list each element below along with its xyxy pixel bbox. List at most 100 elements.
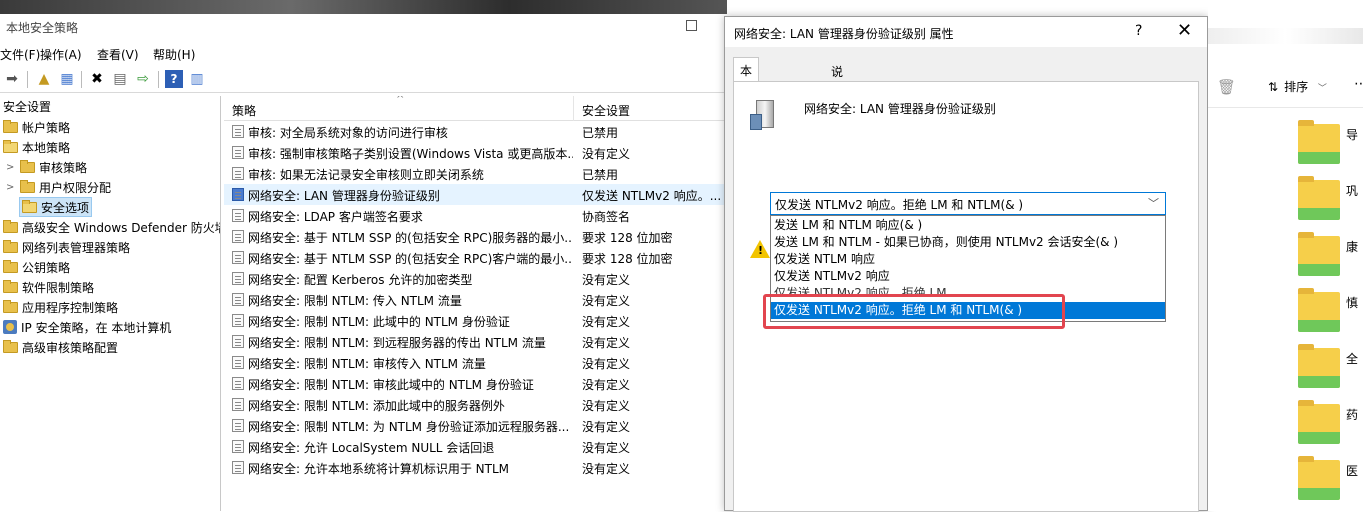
folder-icon	[3, 239, 18, 253]
menu-file[interactable]: 文件(F)	[0, 46, 40, 63]
table-row[interactable]: 网络安全: 限制 NTLM: 添加此域中的服务器例外 没有定义	[224, 394, 727, 415]
tree-item-label: 网络列表管理器策略	[22, 240, 131, 255]
toolbar-separator	[27, 71, 28, 88]
toolbar: ➡ ▲ ▦ ✖ ▤ ⇨ ? ▥	[0, 66, 727, 93]
table-row[interactable]: 审核: 强制审核策略子类别设置(Windows Vista 或更高版本... 没有…	[224, 142, 727, 163]
tree-item-label: 审核策略	[39, 160, 88, 175]
menu-action[interactable]: 操作(A)	[40, 46, 82, 63]
blurred-header	[1208, 28, 1363, 44]
policy-setting: 没有定义	[582, 273, 631, 287]
folder-item[interactable]: 医	[1298, 456, 1363, 504]
folder-item[interactable]: 药	[1298, 400, 1363, 448]
table-row[interactable]: 网络安全: 允许 LocalSystem NULL 会话回退 没有定义	[224, 436, 727, 457]
policy-setting: 没有定义	[582, 294, 631, 308]
policy-name: 审核: 对全局系统对象的访问进行审核	[248, 126, 448, 140]
tree-root-security-settings[interactable]: 安全设置	[3, 96, 51, 116]
maximize-icon[interactable]	[686, 20, 697, 31]
tree-item-user-rights[interactable]: > 用户权限分配	[6, 177, 111, 197]
tree-item-security-options[interactable]: 安全选项	[19, 197, 93, 217]
folder-item[interactable]: 康	[1298, 232, 1363, 280]
table-row[interactable]: 网络安全: 限制 NTLM: 传入 NTLM 流量 没有定义	[224, 289, 727, 310]
tree-item-label: 本地策略	[22, 140, 71, 155]
table-row[interactable]: 网络安全: 限制 NTLM: 为 NTLM 身份验证添加远程服务器... 没有定义	[224, 415, 727, 436]
column-header-setting[interactable]: 安全设置	[582, 102, 630, 119]
chevron-right-icon[interactable]: >	[6, 162, 16, 173]
chevron-down-icon[interactable]: ﹀	[1148, 195, 1159, 211]
table-row[interactable]: 网络安全: LDAP 客户端签名要求 协商签名	[224, 205, 727, 226]
sort-button[interactable]: ⇅ 排序 ﹀	[1268, 78, 1327, 95]
table-row[interactable]: 网络安全: 限制 NTLM: 到远程服务器的传出 NTLM 流量 没有定义	[224, 331, 727, 352]
table-row[interactable]: 审核: 对全局系统对象的访问进行审核 已禁用	[224, 121, 727, 142]
folder-item[interactable]: 导	[1298, 120, 1363, 168]
policy-list[interactable]: ^ 策略 安全设置 审核: 对全局系统对象的访问进行审核 已禁用 审核: 强制审核策…	[224, 96, 727, 511]
tree-item-label: 软件限制策略	[22, 280, 95, 295]
column-header-policy[interactable]: 策略	[232, 102, 256, 119]
tree-item-software-restriction[interactable]: 软件限制策略	[3, 277, 94, 297]
forward-arrow-icon[interactable]: ➡	[3, 70, 21, 88]
folder-label: 巩	[1346, 184, 1359, 198]
mmc-titlebar[interactable]: 本地安全策略	[0, 14, 727, 42]
help-question-icon[interactable]: ?	[1135, 23, 1142, 39]
tree-item-local-policy[interactable]: 本地策略	[3, 137, 70, 157]
delete-icon[interactable]: ✖	[88, 70, 106, 88]
tree-item-public-key[interactable]: 公钥策略	[3, 257, 70, 277]
trash-icon[interactable]: 🗑	[1217, 78, 1236, 96]
dropdown-option[interactable]: 仅发送 NTLMv2 响应	[771, 268, 1165, 285]
tree-item-firewall[interactable]: 高级安全 Windows Defender 防火墙	[3, 217, 220, 237]
properties-icon[interactable]: ▤	[111, 70, 129, 88]
folder-item[interactable]: 巩	[1298, 176, 1363, 224]
console-tree[interactable]: 安全设置 帐户策略 本地策略 > 审核策略 > 用户权限分配 安全选项 高级安全…	[0, 96, 221, 511]
dropdown-option[interactable]: 仅发送 NTLM 响应	[771, 251, 1165, 268]
auth-level-combobox[interactable]: 仅发送 NTLMv2 响应。拒绝 LM 和 NTLM(& ) ﹀	[770, 192, 1166, 215]
menu-view[interactable]: 查看(V)	[97, 46, 139, 63]
dialog-title: 网络安全: LAN 管理器身份验证级别 属性	[734, 27, 954, 41]
policy-icon	[232, 251, 244, 264]
policy-icon	[232, 167, 244, 180]
column-divider[interactable]	[573, 96, 574, 121]
table-row[interactable]: 网络安全: 允许本地系统将计算机标识用于 NTLM 没有定义	[224, 457, 727, 478]
view-icon[interactable]: ▥	[188, 70, 206, 88]
menu-help[interactable]: 帮助(H)	[153, 46, 195, 63]
tree-item-app-control[interactable]: 应用程序控制策略	[3, 297, 118, 317]
table-row[interactable]: 网络安全: 限制 NTLM: 此域中的 NTLM 身份验证 没有定义	[224, 310, 727, 331]
policy-setting: 要求 128 位加密	[582, 252, 673, 266]
policy-name: 网络安全: 限制 NTLM: 审核此域中的 NTLM 身份验证	[248, 378, 534, 392]
tree-item-network-list[interactable]: 网络列表管理器策略	[3, 237, 130, 257]
folder-item[interactable]: 全	[1298, 344, 1363, 392]
more-icon[interactable]: ⋯	[1354, 76, 1363, 92]
policy-setting: 没有定义	[582, 357, 631, 371]
table-row[interactable]: 网络安全: LAN 管理器身份验证级别 仅发送 NTLMv2 响应。...	[224, 184, 727, 205]
policy-name: 网络安全: 基于 NTLM SSP 的(包括安全 RPC)服务器的最小...	[248, 231, 573, 245]
tree-item-advanced-audit[interactable]: 高级审核策略配置	[3, 337, 118, 357]
policy-name: 网络安全: LAN 管理器身份验证级别	[248, 189, 440, 203]
up-folder-icon[interactable]: ▲	[35, 70, 53, 88]
table-row[interactable]: 网络安全: 基于 NTLM SSP 的(包括安全 RPC)客户端的最小... 要求…	[224, 247, 727, 268]
show-tree-icon[interactable]: ▦	[58, 70, 76, 88]
dropdown-option[interactable]: 发送 LM 和 NTLM 响应(& )	[771, 217, 1165, 234]
folder-item[interactable]: 慎	[1298, 288, 1363, 336]
tab-explain[interactable]: 说明	[825, 59, 849, 96]
close-icon[interactable]: ✕	[1177, 20, 1192, 41]
export-list-icon[interactable]: ⇨	[134, 70, 152, 88]
dialog-titlebar[interactable]: 网络安全: LAN 管理器身份验证级别 属性 ? ✕	[725, 17, 1207, 47]
table-row[interactable]: 网络安全: 基于 NTLM SSP 的(包括安全 RPC)服务器的最小... 要求…	[224, 226, 727, 247]
policy-icon	[232, 209, 244, 222]
help-icon[interactable]: ?	[165, 70, 183, 88]
policy-name: 网络安全: 限制 NTLM: 到远程服务器的传出 NTLM 流量	[248, 336, 546, 350]
tree-item-label: 公钥策略	[22, 260, 71, 275]
sort-label: 排序	[1284, 80, 1309, 94]
tree-item-account-policy[interactable]: 帐户策略	[3, 117, 70, 137]
policy-setting: 没有定义	[582, 420, 631, 434]
policy-name: 网络安全: 限制 NTLM: 为 NTLM 身份验证添加远程服务器...	[248, 420, 570, 434]
folder-icon	[3, 119, 18, 133]
explorer-command-bar: 🗑 ⇅ 排序 ﹀ ⋯	[1208, 62, 1363, 108]
table-row[interactable]: 网络安全: 限制 NTLM: 审核传入 NTLM 流量 没有定义	[224, 352, 727, 373]
table-row[interactable]: 网络安全: 限制 NTLM: 审核此域中的 NTLM 身份验证 没有定义	[224, 373, 727, 394]
tab-local-security-setting[interactable]: 本地安全设置	[733, 57, 760, 163]
chevron-right-icon[interactable]: >	[6, 182, 16, 193]
tree-item-audit-policy[interactable]: > 审核策略	[6, 157, 87, 177]
dropdown-option[interactable]: 发送 LM 和 NTLM - 如果已协商，则使用 NTLMv2 会话安全(& )	[771, 234, 1165, 251]
tree-item-ip-security[interactable]: IP 安全策略，在 本地计算机	[3, 317, 171, 337]
table-row[interactable]: 审核: 如果无法记录安全审核则立即关闭系统 已禁用	[224, 163, 727, 184]
table-row[interactable]: 网络安全: 配置 Kerberos 允许的加密类型 没有定义	[224, 268, 727, 289]
